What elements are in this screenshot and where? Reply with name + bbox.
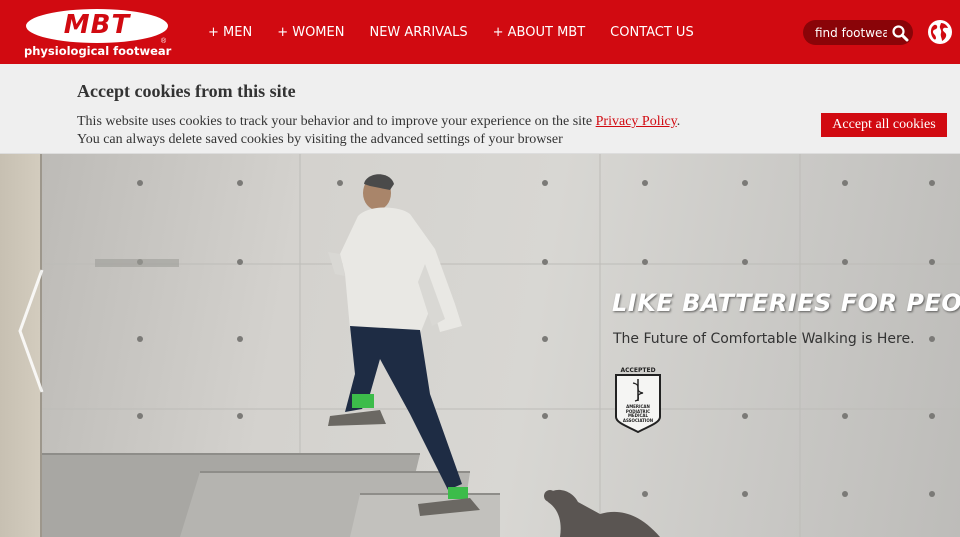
hero-subheading: The Future of Comfortable Walking is Her… bbox=[613, 331, 915, 347]
cookie-message: This website uses cookies to track your … bbox=[77, 113, 797, 149]
cookie-banner: Accept cookies from this site This websi… bbox=[0, 64, 960, 154]
shield-icon bbox=[615, 374, 661, 433]
badge-accepted-label: ACCEPTED bbox=[620, 367, 656, 374]
cookie-text-period: . bbox=[676, 114, 681, 129]
logo-text: MBT bbox=[63, 10, 131, 40]
chevron-left-icon[interactable] bbox=[14, 266, 48, 396]
cookie-title: Accept cookies from this site bbox=[77, 81, 296, 101]
badge-association-label: AMERICAN PODIATRIC MEDICAL ASSOCIATION bbox=[622, 404, 654, 423]
site-header: MBT ® physiological footwear + MEN + WOM… bbox=[0, 0, 960, 64]
nav-item-men[interactable]: + MEN bbox=[208, 25, 252, 40]
nav-item-new-arrivals[interactable]: NEW ARRIVALS bbox=[369, 25, 467, 40]
main-nav: + MEN + WOMEN NEW ARRIVALS + ABOUT MBT C… bbox=[208, 0, 719, 64]
globe-icon[interactable] bbox=[927, 19, 953, 45]
cookie-text-line2: You can always delete saved cookies by v… bbox=[77, 132, 563, 147]
hero-heading: LIKE BATTERIES FOR PEOPLE bbox=[612, 289, 960, 317]
nav-item-about-mbt[interactable]: + ABOUT MBT bbox=[493, 25, 586, 40]
search-box bbox=[803, 20, 913, 45]
search-input[interactable] bbox=[815, 23, 887, 42]
cookie-text-line1: This website uses cookies to track your … bbox=[77, 114, 596, 129]
logo-tagline: physiological footwear bbox=[24, 44, 172, 58]
nav-item-women[interactable]: + WOMEN bbox=[277, 25, 344, 40]
hero-banner[interactable]: LIKE BATTERIES FOR PEOPLE The Future of … bbox=[0, 154, 960, 537]
search-icon[interactable] bbox=[891, 24, 909, 42]
nav-item-contact-us[interactable]: CONTACT US bbox=[610, 25, 694, 40]
accept-cookies-button[interactable]: Accept all cookies bbox=[821, 113, 947, 137]
privacy-policy-link[interactable]: Privacy Policy bbox=[596, 114, 677, 129]
apma-badge: ACCEPTED AMERICAN PODIATRIC MEDICAL ASSO… bbox=[613, 367, 663, 433]
mbt-logo[interactable]: MBT ® physiological footwear bbox=[24, 8, 172, 60]
